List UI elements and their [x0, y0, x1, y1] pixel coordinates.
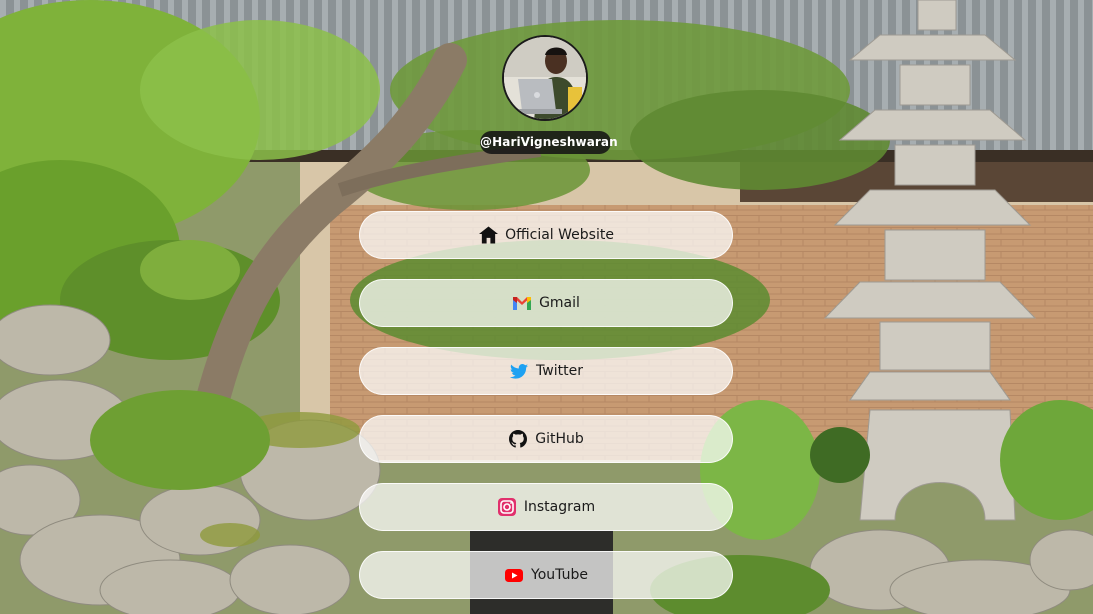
- youtube-label: YouTube: [531, 567, 588, 583]
- profile-handle: @HariVigneshwaran: [480, 131, 618, 154]
- gmail-button[interactable]: Gmail: [359, 279, 733, 327]
- instagram-button[interactable]: Instagram: [359, 483, 733, 531]
- gmail-icon: [512, 293, 532, 313]
- gmail-label: Gmail: [539, 295, 580, 311]
- twitter-label: Twitter: [536, 363, 583, 379]
- instagram-label: Instagram: [523, 499, 596, 515]
- profile-avatar: [502, 35, 588, 121]
- home-icon: [478, 225, 498, 245]
- official-website-button[interactable]: Official Website: [359, 211, 733, 259]
- twitter-icon: [509, 361, 529, 381]
- twitter-button[interactable]: Twitter: [359, 347, 733, 395]
- github-label: GitHub: [535, 431, 584, 447]
- github-icon: [508, 429, 528, 449]
- instagram-icon: [497, 497, 517, 517]
- avatar-image: [504, 37, 586, 119]
- github-button[interactable]: GitHub: [359, 415, 733, 463]
- youtube-button[interactable]: YouTube: [359, 551, 733, 599]
- official-website-label: Official Website: [505, 227, 614, 243]
- youtube-icon: [504, 565, 524, 585]
